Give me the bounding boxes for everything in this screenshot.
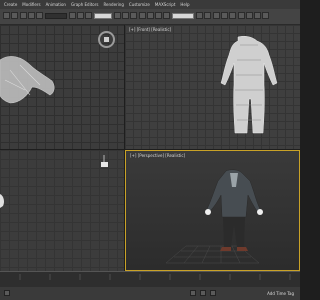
menu-item-maxscript[interactable]: MAXScript <box>155 2 176 7</box>
percent-snap-icon[interactable] <box>163 12 170 19</box>
viewport-gizmo <box>0 155 108 208</box>
selection-lock-icon[interactable] <box>190 290 196 296</box>
angle-snap-icon[interactable] <box>155 12 162 19</box>
select-by-name-icon[interactable] <box>77 12 84 19</box>
pivot-icon[interactable] <box>139 12 146 19</box>
named-selection-dropdown[interactable] <box>172 13 194 19</box>
menu-item-customize[interactable]: Customize <box>129 2 150 7</box>
viewport-perspective[interactable]: [+] [Perspective] [Realistic] <box>125 150 300 271</box>
render-icon[interactable] <box>262 12 269 19</box>
viewport-front[interactable]: [+] [Front] [Realistic] <box>125 25 300 149</box>
link-icon[interactable] <box>20 12 27 19</box>
menu-item-create[interactable]: Create <box>4 2 17 7</box>
viewcube-icon[interactable] <box>98 31 115 48</box>
status-bar: Add Time Tag <box>0 287 300 300</box>
bind-icon[interactable] <box>36 12 43 19</box>
render-frame-icon[interactable] <box>254 12 261 19</box>
unlink-icon[interactable] <box>28 12 35 19</box>
menu-bar: Create Modifiers Animation Graph Editors… <box>0 0 300 9</box>
undo-icon[interactable] <box>3 12 10 19</box>
scale-icon[interactable] <box>130 12 137 19</box>
character-wireframe-front <box>220 35 278 134</box>
redo-icon[interactable] <box>11 12 18 19</box>
status-text[interactable]: Add Time Tag <box>267 291 294 296</box>
menu-item-modifiers[interactable]: Modifiers <box>22 2 40 7</box>
timeline-ticks <box>19 274 291 280</box>
snap-icon[interactable] <box>147 12 154 19</box>
rotate-icon[interactable] <box>122 12 129 19</box>
layer-icon[interactable] <box>213 12 220 19</box>
material-editor-icon[interactable] <box>238 12 245 19</box>
render-setup-icon[interactable] <box>246 12 253 19</box>
main-toolbar <box>0 9 300 25</box>
menu-item-graph-editors[interactable]: Graph Editors <box>71 2 98 7</box>
coordinate-mode-icon[interactable] <box>200 290 206 296</box>
viewport-top-left[interactable] <box>0 25 124 149</box>
curve-editor-icon[interactable] <box>221 12 228 19</box>
time-tag-icon[interactable] <box>210 290 216 296</box>
reference-coordinate-dropdown[interactable] <box>94 13 112 19</box>
region-select-icon[interactable] <box>85 12 92 19</box>
align-icon[interactable] <box>204 12 211 19</box>
timeline-track[interactable] <box>0 271 300 288</box>
character-render-perspective <box>165 169 263 264</box>
move-icon[interactable] <box>114 12 121 19</box>
schematic-icon[interactable] <box>229 12 236 19</box>
menu-item-animation[interactable]: Animation <box>46 2 66 7</box>
menu-item-rendering[interactable]: Rendering <box>103 2 123 7</box>
maxscript-listener-icon[interactable] <box>4 290 10 296</box>
mirror-icon[interactable] <box>196 12 203 19</box>
viewport-label-front[interactable]: [+] [Front] [Realistic] <box>129 27 171 32</box>
select-icon[interactable] <box>69 12 76 19</box>
menu-item-help[interactable]: Help <box>180 2 189 7</box>
viewport-label-perspective[interactable]: [+] [Perspective] [Realistic] <box>130 153 185 158</box>
selection-filter-dropdown[interactable] <box>45 13 67 19</box>
viewcube-face <box>104 37 109 42</box>
viewport-bottom-left[interactable] <box>0 150 124 271</box>
